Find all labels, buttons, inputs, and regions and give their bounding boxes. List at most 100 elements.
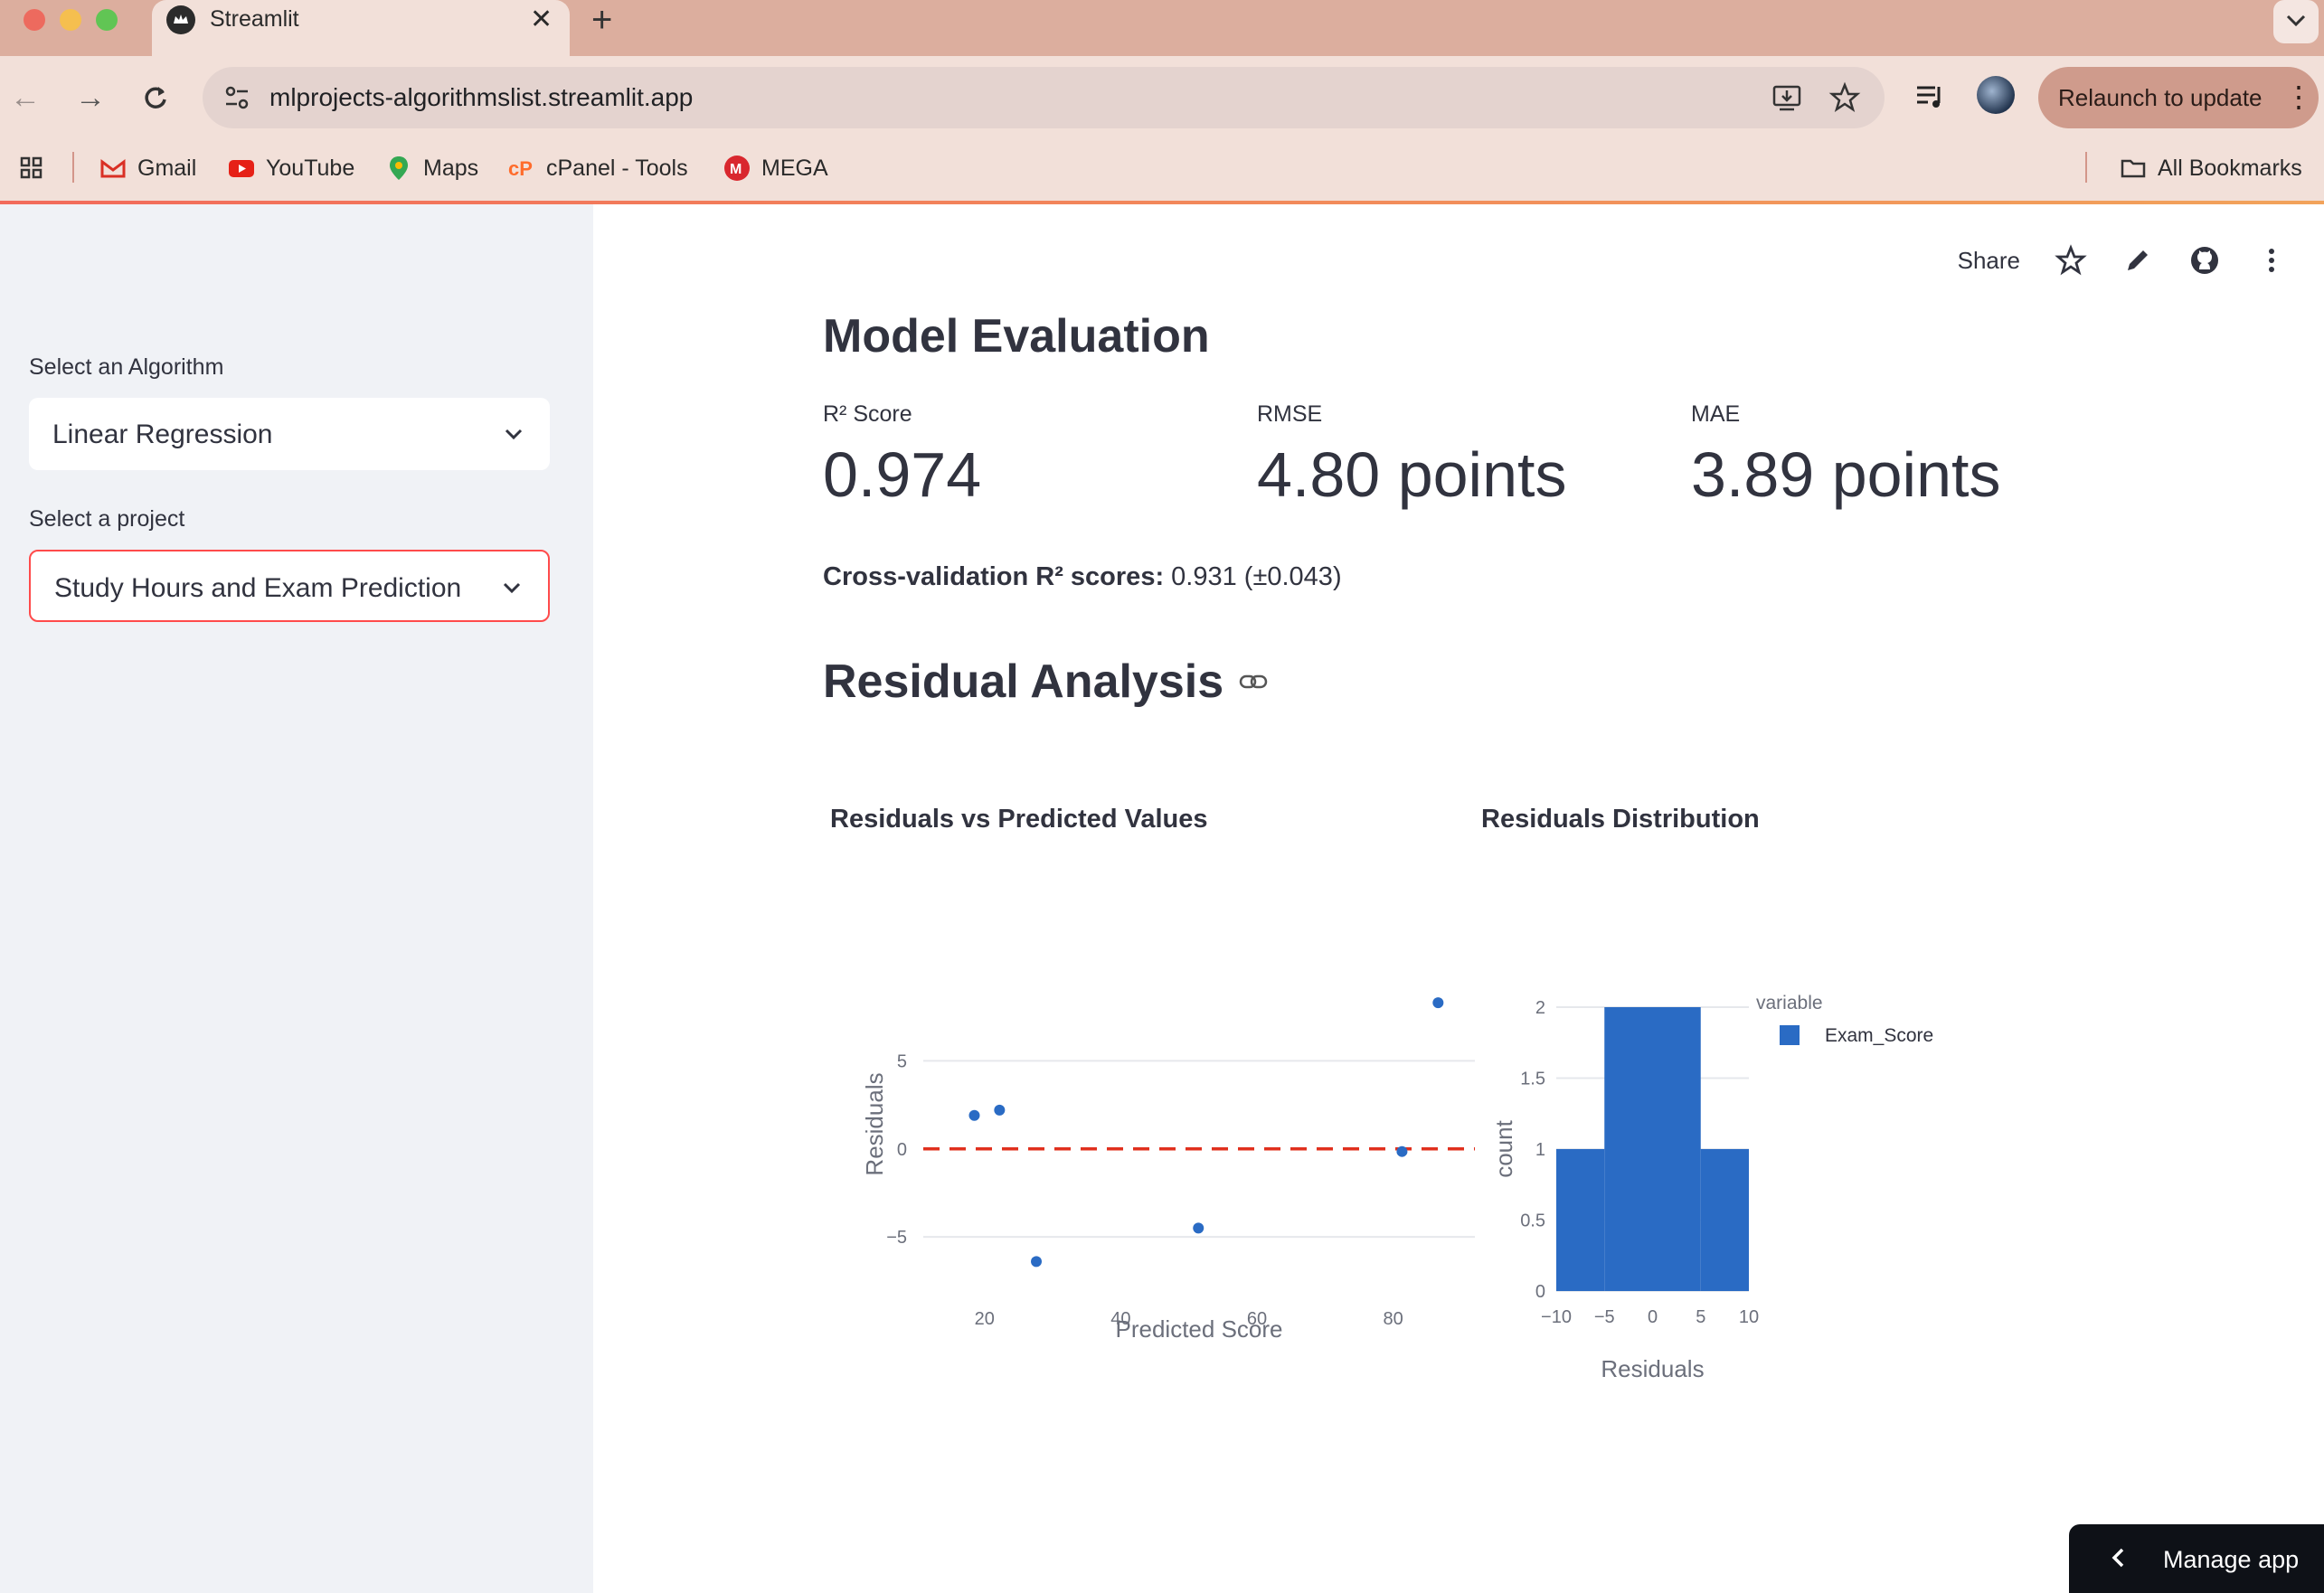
bookmark-maps[interactable]: Maps <box>385 148 478 188</box>
manage-app-label: Manage app <box>2163 1546 2300 1573</box>
youtube-icon <box>229 160 254 177</box>
site-info-icon[interactable] <box>221 81 253 114</box>
streamlit-favicon-icon <box>166 5 195 34</box>
bookmark-gmail[interactable]: Gmail <box>99 148 196 188</box>
cv-value: 0.931 (±0.043) <box>1164 562 1342 591</box>
minimize-window-button[interactable] <box>60 9 81 31</box>
x-tick-label: −5 <box>1594 1307 1615 1327</box>
relaunch-button[interactable]: Relaunch to update ⋮ <box>2038 67 2319 128</box>
svg-text:M: M <box>730 162 742 177</box>
metric-value: 3.89 points <box>1691 439 2001 510</box>
tab-strip: Streamlit ✕ + <box>0 0 2324 56</box>
bookmarks-divider <box>72 152 74 183</box>
y-tick-label: 1 <box>1535 1140 1545 1160</box>
residuals-scatter-chart[interactable]: −50520 40 60 80Predicted ScoreResiduals <box>810 882 1479 1389</box>
histogram-bar <box>1604 1007 1701 1291</box>
cross-validation-text: Cross-validation R² scores: 0.931 (±0.04… <box>823 562 1342 592</box>
metric-value: 4.80 points <box>1257 439 1567 510</box>
project-select-label: Select a project <box>29 506 185 532</box>
scatter-point <box>968 1109 980 1121</box>
close-window-button[interactable] <box>24 9 45 31</box>
x-tick-label: 0 <box>1648 1307 1658 1327</box>
mega-icon: M <box>724 156 750 181</box>
tab-title: Streamlit <box>210 6 299 32</box>
residual-analysis-title: Residual Analysis <box>823 655 1224 708</box>
scatter-point <box>1031 1256 1043 1268</box>
bookmark-mega[interactable]: M MEGA <box>723 148 828 188</box>
project-select[interactable]: Study Hours and Exam Prediction <box>29 550 550 622</box>
star-icon[interactable] <box>2055 244 2087 277</box>
y-tick-label: 0.5 <box>1520 1211 1545 1231</box>
manage-app-button[interactable]: Manage app <box>2069 1524 2324 1593</box>
relaunch-label: Relaunch to update <box>2058 84 2263 111</box>
x-axis-label: Predicted Score <box>1116 1315 1283 1343</box>
share-button[interactable]: Share <box>1958 247 2020 275</box>
kebab-menu-icon: ⋮ <box>2284 80 2313 113</box>
y-axis-label: count <box>1490 1119 1517 1177</box>
url-text: mlprojects-algorithmslist.streamlit.app <box>269 83 694 111</box>
edit-pencil-icon[interactable] <box>2121 244 2154 277</box>
y-tick-label: 1.5 <box>1520 1070 1545 1089</box>
x-axis-label: Residuals <box>1601 1355 1704 1382</box>
reload-button[interactable] <box>137 80 174 116</box>
metric-label: RMSE <box>1257 401 1323 427</box>
x-tick-label: 20 <box>975 1309 995 1329</box>
section-heading: Residual Analysis <box>823 655 1269 709</box>
bookmark-cpanel[interactable]: cP cPanel - Tools <box>508 148 688 188</box>
profile-avatar[interactable] <box>1977 76 2015 114</box>
browser-tab[interactable]: Streamlit ✕ <box>152 0 570 56</box>
bookmark-youtube[interactable]: YouTube <box>228 148 354 188</box>
y-tick-label: 0 <box>1535 1282 1545 1302</box>
x-tick-label: 80 <box>1384 1309 1403 1329</box>
back-button[interactable]: ← <box>7 80 43 116</box>
bookmark-label: cPanel - Tools <box>546 155 688 181</box>
tab-search-button[interactable] <box>2273 0 2319 43</box>
all-bookmarks-button[interactable]: All Bookmarks <box>2120 148 2302 188</box>
new-tab-button[interactable]: + <box>591 0 612 40</box>
main-content: Share Model Evaluation R² Score 0.974 RM… <box>593 204 2324 1593</box>
cpanel-icon: cP <box>508 157 533 180</box>
browser-chrome: Streamlit ✕ + ← → mlprojects-algorithmsl… <box>0 0 2324 204</box>
app-toolbar: Share <box>1958 240 2288 280</box>
scatter-chart-title: Residuals vs Predicted Values <box>830 805 1208 834</box>
sidebar: Select an Algorithm Linear Regression Se… <box>0 204 593 1593</box>
install-app-icon[interactable] <box>1771 81 1803 114</box>
scatter-point <box>1193 1222 1205 1234</box>
legend-title: variable <box>1756 993 1823 1013</box>
tab-close-icon[interactable]: ✕ <box>530 4 553 35</box>
scatter-point <box>994 1104 1006 1116</box>
bookmark-label: YouTube <box>266 155 355 181</box>
apps-grid-icon[interactable] <box>18 148 45 188</box>
x-tick-label: 5 <box>1696 1307 1705 1327</box>
address-bar[interactable]: mlprojects-algorithmslist.streamlit.app <box>203 67 1885 128</box>
page-title: Model Evaluation <box>823 310 1210 363</box>
y-tick-label: 5 <box>897 1051 907 1071</box>
chevron-down-icon <box>503 582 521 594</box>
scatter-point <box>1432 997 1444 1009</box>
forward-button[interactable]: → <box>72 80 109 116</box>
maximize-window-button[interactable] <box>96 9 118 31</box>
bookmark-label: Maps <box>423 155 479 181</box>
anchor-link-icon[interactable] <box>1238 666 1269 697</box>
github-icon[interactable] <box>2188 244 2221 277</box>
bookmark-star-icon[interactable] <box>1828 81 1861 114</box>
legend-swatch <box>1780 1025 1800 1045</box>
histogram-chart-title: Residuals Distribution <box>1481 805 1760 834</box>
legend-entry: Exam_Score <box>1825 1025 1933 1046</box>
residuals-histogram-chart[interactable]: 0 0.5 1 1.5 2 −10 −5 0 5 10 Residuals count variable… <box>1479 882 2149 1389</box>
media-controls-icon[interactable] <box>1913 80 1946 112</box>
bookmarks-bar: Gmail YouTube Maps cP cPanel - Tools M M… <box>0 139 2324 203</box>
cv-label: Cross-validation R² scores: <box>823 562 1165 591</box>
gmail-icon <box>100 159 126 178</box>
x-tick-label: 10 <box>1739 1307 1759 1327</box>
histogram-bar <box>1700 1149 1749 1291</box>
histogram-bar <box>1556 1149 1605 1291</box>
metric-mae: MAE 3.89 points <box>1691 401 2000 511</box>
x-tick-label: −10 <box>1541 1307 1572 1327</box>
bookmarks-divider <box>2085 152 2087 183</box>
algorithm-select[interactable]: Linear Regression <box>29 398 550 470</box>
algorithm-select-value: Linear Regression <box>52 419 273 449</box>
main-menu-icon[interactable] <box>2255 244 2288 277</box>
algorithm-select-label: Select an Algorithm <box>29 354 224 380</box>
bookmark-label: Gmail <box>137 155 197 181</box>
